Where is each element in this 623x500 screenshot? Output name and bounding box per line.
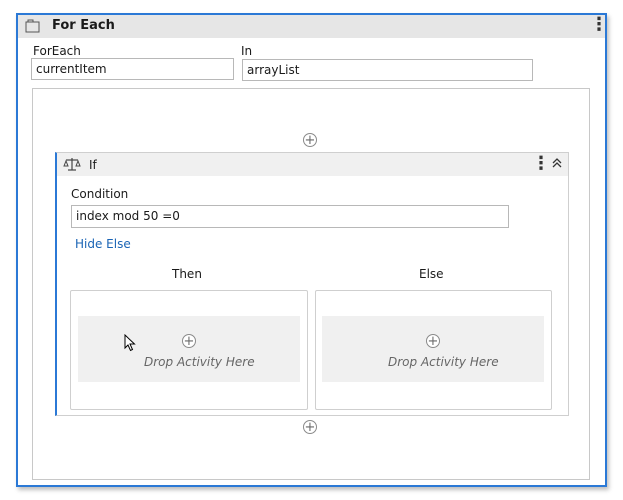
if-header[interactable] xyxy=(57,153,568,176)
else-drop-zone[interactable] xyxy=(322,316,544,382)
foreach-title: For Each xyxy=(52,18,115,33)
foreach-activity-icon xyxy=(25,19,40,33)
condition-label: Condition xyxy=(71,187,129,201)
in-collection-label: In xyxy=(241,44,253,58)
collapse-chevron-icon[interactable] xyxy=(551,157,563,169)
condition-input[interactable]: index mod 50 =0 xyxy=(71,205,509,228)
else-add-icon[interactable]: + xyxy=(426,334,440,348)
hide-else-link[interactable]: Hide Else xyxy=(75,237,131,251)
foreach-item-input[interactable]: currentItem xyxy=(31,58,234,80)
in-collection-input[interactable]: arrayList xyxy=(242,59,533,81)
add-activity-top-icon[interactable]: + xyxy=(303,133,317,147)
then-label: Then xyxy=(172,267,202,281)
then-drop-text: Drop Activity Here xyxy=(144,355,255,369)
else-label: Else xyxy=(419,267,444,281)
foreach-menu-icon[interactable]: ⋮ xyxy=(590,16,608,34)
if-scale-icon xyxy=(63,158,81,171)
add-activity-bottom-icon[interactable]: + xyxy=(303,420,317,434)
else-drop-text: Drop Activity Here xyxy=(388,355,499,369)
if-menu-icon[interactable]: ⋮ xyxy=(532,155,550,173)
foreach-item-label: ForEach xyxy=(33,44,81,58)
mouse-cursor-icon xyxy=(124,334,136,352)
then-drop-zone[interactable] xyxy=(78,316,300,382)
if-title: If xyxy=(89,158,97,172)
then-add-icon[interactable]: + xyxy=(182,334,196,348)
